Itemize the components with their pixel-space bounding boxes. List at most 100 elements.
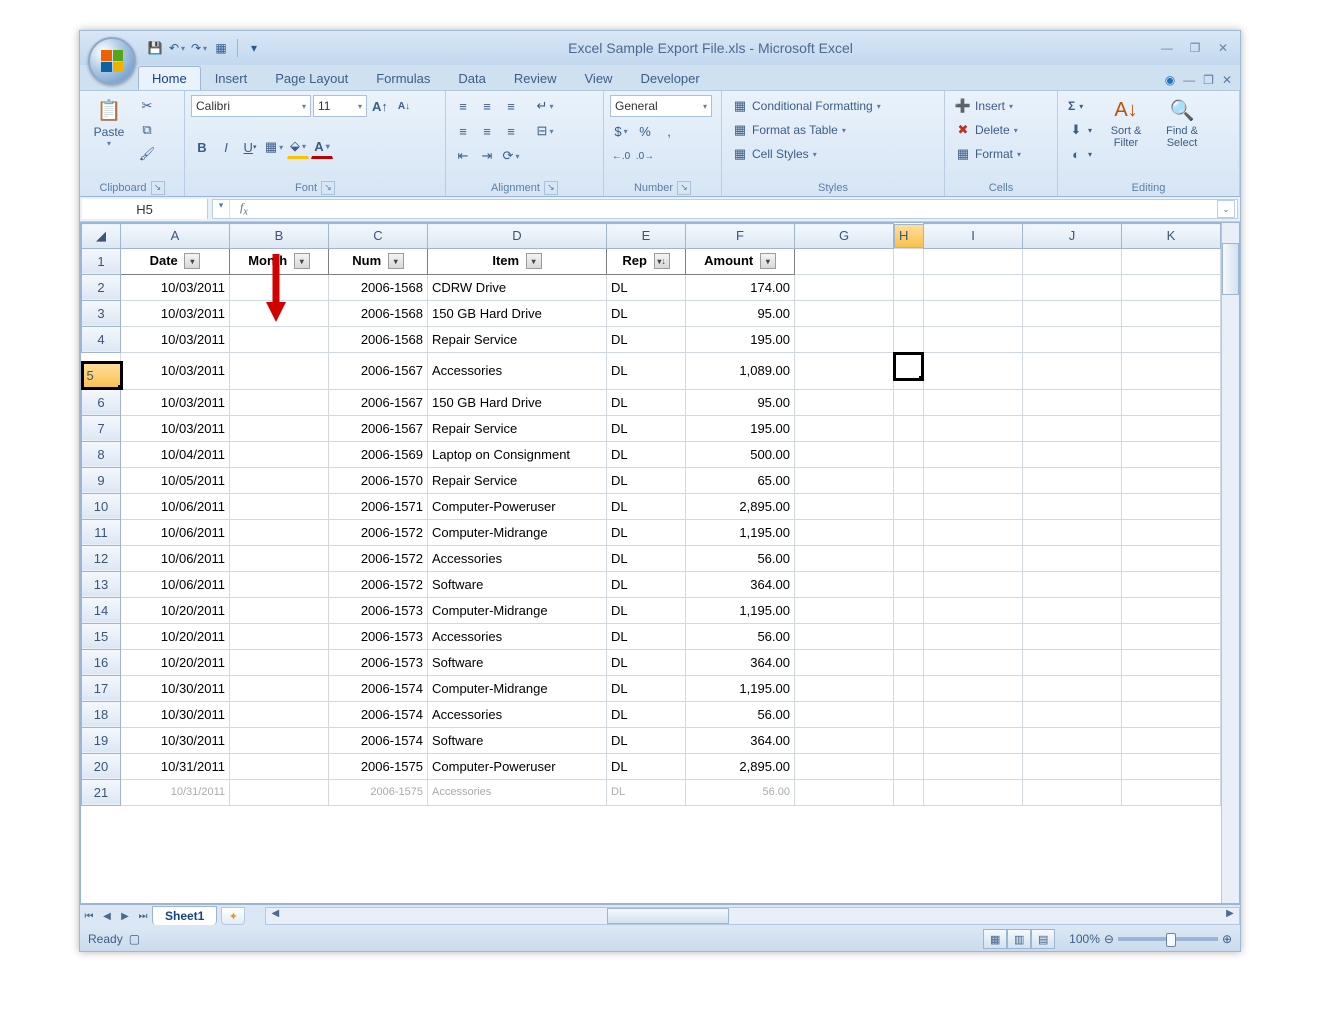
cell[interactable] xyxy=(795,753,894,779)
cell[interactable] xyxy=(1122,441,1221,467)
cell[interactable] xyxy=(1122,326,1221,352)
col-header-F[interactable]: F xyxy=(686,224,795,249)
zoom-level[interactable]: 100% xyxy=(1069,932,1100,946)
row-header[interactable]: 10 xyxy=(82,493,121,519)
row-header[interactable]: 4 xyxy=(82,326,121,352)
cell[interactable] xyxy=(1122,571,1221,597)
cell[interactable]: 2006-1568 xyxy=(329,274,428,300)
cell[interactable]: 364.00 xyxy=(686,727,795,753)
cell[interactable] xyxy=(924,701,1023,727)
cell[interactable]: DL xyxy=(607,441,686,467)
cell[interactable] xyxy=(230,326,329,352)
cell[interactable] xyxy=(1023,519,1122,545)
cell[interactable] xyxy=(1122,597,1221,623)
format-painter-button[interactable]: 🖌 xyxy=(136,143,158,165)
cell[interactable]: 364.00 xyxy=(686,649,795,675)
cell[interactable]: 364.00 xyxy=(686,571,795,597)
align-middle-button[interactable]: ≡ xyxy=(476,95,498,117)
cell[interactable] xyxy=(924,597,1023,623)
cell[interactable] xyxy=(894,701,924,727)
cell[interactable]: 10/30/2011 xyxy=(121,675,230,701)
wrap-text-button[interactable]: ↵ xyxy=(534,95,556,117)
cell[interactable]: DL xyxy=(607,352,686,389)
cell[interactable] xyxy=(924,441,1023,467)
cell[interactable] xyxy=(924,649,1023,675)
cell[interactable]: 10/31/2011 xyxy=(121,753,230,779)
cell[interactable]: DL xyxy=(607,274,686,300)
cell[interactable]: DL xyxy=(607,649,686,675)
cell[interactable]: 2006-1574 xyxy=(329,727,428,753)
cell[interactable] xyxy=(1023,274,1122,300)
cell[interactable]: 2006-1573 xyxy=(329,649,428,675)
cell[interactable] xyxy=(894,727,924,753)
cell[interactable]: 174.00 xyxy=(686,274,795,300)
cell[interactable]: Computer-Midrange xyxy=(428,675,607,701)
cell[interactable] xyxy=(795,389,894,415)
sheet-nav-prev[interactable]: ◀ xyxy=(98,911,116,922)
sort-filter-button[interactable]: A↓ Sort & Filter xyxy=(1100,95,1152,151)
cell[interactable] xyxy=(1122,623,1221,649)
cell[interactable]: 95.00 xyxy=(686,389,795,415)
number-format-select[interactable]: General▾ xyxy=(610,95,712,117)
cell[interactable] xyxy=(1122,727,1221,753)
cut-button[interactable]: ✂ xyxy=(136,95,158,117)
cell[interactable] xyxy=(230,701,329,727)
cell[interactable]: DL xyxy=(607,779,686,805)
cell[interactable] xyxy=(230,274,329,300)
macro-record-icon[interactable]: ▢ xyxy=(129,932,140,946)
cell[interactable]: DL xyxy=(607,571,686,597)
cell[interactable] xyxy=(924,274,1023,300)
sheet-nav-first[interactable]: ⏮ xyxy=(80,911,98,922)
cell[interactable] xyxy=(1023,389,1122,415)
cell[interactable]: DL xyxy=(607,753,686,779)
format-cells-button[interactable]: ▦Format▾ xyxy=(951,143,1025,165)
cell[interactable]: 56.00 xyxy=(686,779,795,805)
filter-button[interactable]: ▾ xyxy=(760,253,776,269)
cell[interactable] xyxy=(894,493,924,519)
cell[interactable]: 10/06/2011 xyxy=(121,571,230,597)
cell[interactable] xyxy=(924,300,1023,326)
name-box[interactable]: H5 xyxy=(82,199,208,219)
cell[interactable]: DL xyxy=(607,415,686,441)
cell[interactable] xyxy=(795,545,894,571)
cell[interactable] xyxy=(230,467,329,493)
cell[interactable] xyxy=(894,649,924,675)
accounting-button[interactable]: $ xyxy=(610,120,632,142)
row-header[interactable]: 8 xyxy=(82,441,121,467)
restore-button[interactable]: ❐ xyxy=(1186,41,1204,55)
filter-button[interactable]: ▾ xyxy=(294,253,310,269)
row-header[interactable]: 19 xyxy=(82,727,121,753)
row-header[interactable]: 1 xyxy=(82,248,121,274)
cell[interactable] xyxy=(795,274,894,300)
row-header[interactable]: 12 xyxy=(82,545,121,571)
cell[interactable]: DL xyxy=(607,545,686,571)
cell[interactable]: Software xyxy=(428,727,607,753)
cell[interactable]: 95.00 xyxy=(686,300,795,326)
cell[interactable]: DL xyxy=(607,389,686,415)
cell[interactable] xyxy=(924,675,1023,701)
save-icon[interactable]: 💾 xyxy=(146,39,164,57)
filter-button[interactable]: ▾↓ xyxy=(654,253,670,269)
paste-button[interactable]: 📋 Paste ▾ xyxy=(86,95,132,150)
cell[interactable]: DL xyxy=(607,519,686,545)
tab-developer[interactable]: Developer xyxy=(626,66,713,90)
minimize-button[interactable]: — xyxy=(1158,41,1176,55)
cell[interactable] xyxy=(230,727,329,753)
view-normal-button[interactable]: ▦ xyxy=(983,929,1007,949)
decrease-decimal-button[interactable]: .0→ xyxy=(634,145,656,167)
cell[interactable]: 150 GB Hard Drive xyxy=(428,300,607,326)
cell[interactable]: DL xyxy=(607,597,686,623)
cell[interactable] xyxy=(230,352,329,389)
cell[interactable] xyxy=(1122,545,1221,571)
cell[interactable] xyxy=(795,493,894,519)
cell[interactable] xyxy=(230,441,329,467)
sheet-nav-last[interactable]: ⏭ xyxy=(134,911,152,922)
italic-button[interactable]: I xyxy=(215,136,237,158)
cell[interactable]: 2006-1568 xyxy=(329,300,428,326)
align-top-button[interactable]: ≡ xyxy=(452,95,474,117)
namebox-dropdown[interactable]: ▾ xyxy=(213,200,230,218)
cell[interactable] xyxy=(230,753,329,779)
cell[interactable] xyxy=(894,441,924,467)
cell[interactable]: 10/05/2011 xyxy=(121,467,230,493)
decrease-indent-button[interactable]: ⇤ xyxy=(452,145,474,167)
